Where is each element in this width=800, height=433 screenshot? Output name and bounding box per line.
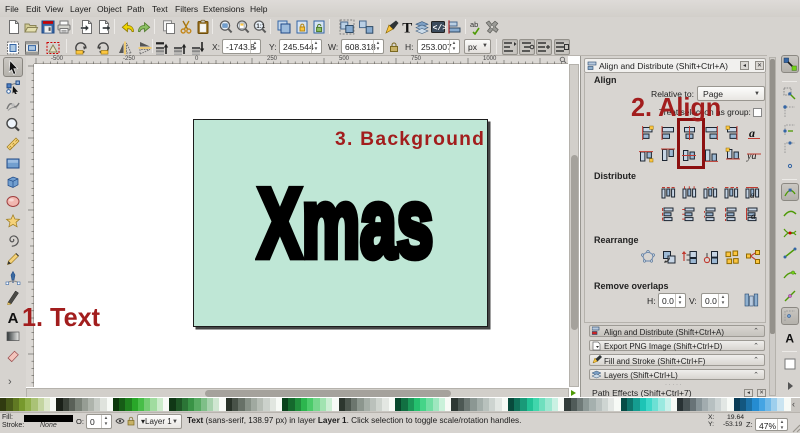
svg-text:1:1: 1:1	[256, 24, 265, 30]
svg-text:</>: </>	[433, 24, 446, 33]
svg-text:A: A	[785, 332, 794, 346]
svg-text:a: a	[750, 190, 755, 200]
svg-text:ya: ya	[746, 151, 756, 162]
svg-text:a: a	[751, 211, 756, 221]
svg-text:a: a	[749, 126, 755, 140]
svg-text:T: T	[402, 20, 412, 35]
svg-text:A: A	[8, 309, 19, 324]
svg-text:ab: ab	[470, 20, 478, 29]
